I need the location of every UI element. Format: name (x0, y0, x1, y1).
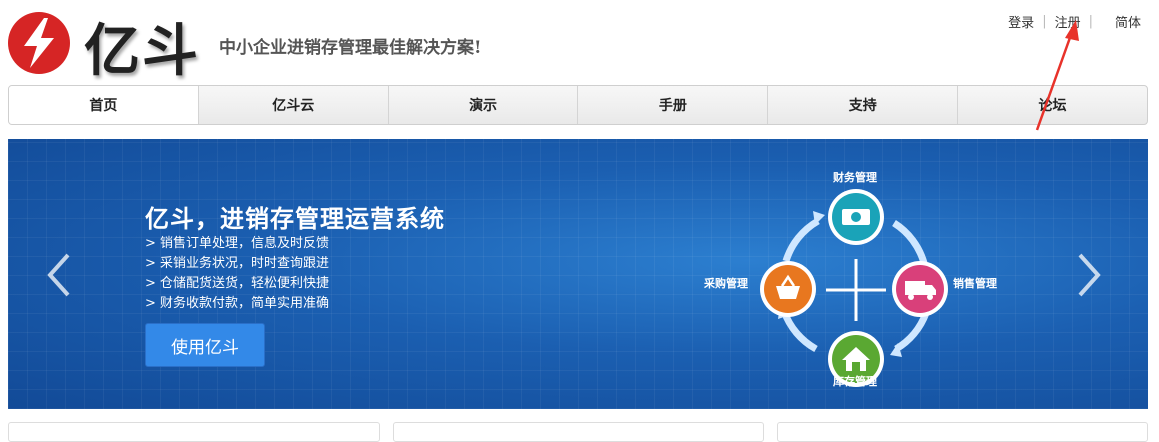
banner-title: 亿斗，进销存管理运营系统 (145, 205, 445, 233)
chevron-left-icon[interactable] (44, 251, 74, 299)
main-nav: 首页 亿斗云 演示 手册 支持 论坛 (8, 85, 1148, 125)
separator: | (1088, 14, 1093, 29)
lightning-bolt-icon (24, 18, 54, 68)
purchase-label: 采购管理 (704, 277, 748, 290)
finance-node-icon (828, 189, 884, 245)
content-card (777, 422, 1148, 442)
brand-name: 亿斗 (84, 19, 200, 84)
finance-label: 财务管理 (833, 171, 877, 184)
list-item: > 销售订单处理，信息及时反馈 (145, 236, 330, 251)
nav-item-home[interactable]: 首页 (9, 86, 199, 124)
feature-list: > 销售订单处理，信息及时反馈 > 采销业务状况，时时查询跟进 > 仓储配货送货… (145, 234, 329, 314)
content-card (393, 422, 764, 442)
nav-item-manual[interactable]: 手册 (578, 86, 769, 124)
hero-banner: 亿斗，进销存管理运营系统 > 销售订单处理，信息及时反馈 > 采销业务状况，时时… (8, 139, 1148, 409)
nav-item-demo[interactable]: 演示 (389, 86, 579, 124)
brand-logo[interactable] (8, 12, 70, 74)
login-link[interactable]: 登录 (1008, 12, 1034, 31)
header: 亿斗 中小企业进销存管理最佳解决方案! 登录 | 注册 | 简体 (0, 0, 1159, 84)
language-link[interactable]: 简体 (1115, 12, 1141, 31)
list-item: > 采销业务状况，时时查询跟进 (145, 256, 330, 271)
annotation-arrow-icon (1035, 20, 1079, 131)
content-cards (0, 422, 1159, 442)
sales-label: 销售管理 (953, 277, 997, 290)
nav-item-cloud[interactable]: 亿斗云 (199, 86, 389, 124)
stock-label: 库存管理 (833, 375, 877, 388)
sales-node-icon (892, 261, 948, 317)
purchase-node-icon (760, 261, 816, 317)
list-item: > 仓储配货送货，轻松便利快捷 (145, 276, 330, 291)
management-cycle-diagram: 财务管理 采购管理 销售管理 库存管理 (698, 161, 1028, 401)
use-yidou-button[interactable]: 使用亿斗 (145, 323, 265, 367)
brand-tagline: 中小企业进销存管理最佳解决方案! (219, 38, 482, 58)
nav-item-support[interactable]: 支持 (768, 86, 959, 124)
content-card (8, 422, 380, 442)
list-item: > 财务收款付款，简单实用准确 (145, 296, 330, 311)
chevron-right-icon[interactable] (1074, 251, 1104, 299)
